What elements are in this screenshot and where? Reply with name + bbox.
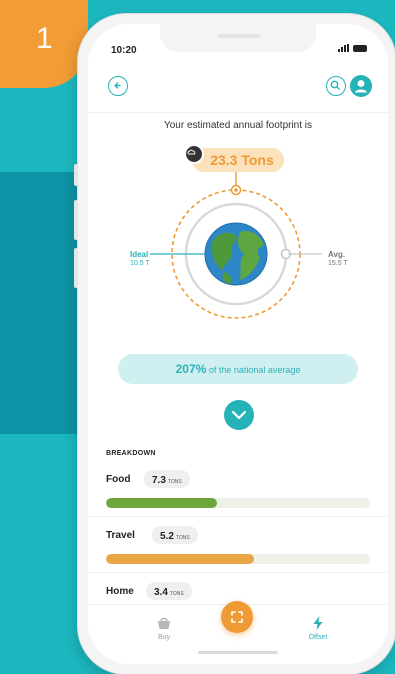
tab-bar: Buy Offset: [88, 601, 388, 664]
scan-icon: [231, 611, 243, 623]
user-icon: [355, 80, 367, 93]
ideal-label-group: Ideal 10.5 T: [130, 250, 150, 268]
progress-fill: [106, 554, 254, 564]
category-amount-pill: 5.2 TONS: [152, 526, 198, 544]
category-name: Home: [106, 586, 134, 597]
category-amount-pill: 7.3 TONS: [144, 470, 190, 488]
volume-up-button: [74, 200, 78, 240]
step-number: 1: [36, 22, 53, 55]
footprint-value: 23.3 Tons: [210, 152, 274, 168]
status-indicators: [338, 44, 367, 52]
battery-icon: [353, 44, 367, 52]
tab-buy[interactable]: Buy: [144, 615, 184, 641]
basket-icon: [158, 617, 170, 629]
signal-icon: [338, 44, 349, 52]
back-button[interactable]: [108, 76, 128, 96]
national-average-pill: 207% of the national average: [118, 354, 358, 384]
tab-offset[interactable]: Offset: [298, 615, 338, 641]
progress-track: [106, 554, 370, 564]
category-unit: TONS: [175, 535, 190, 541]
category-value: 7.3: [152, 475, 166, 486]
footprint-value-pill: 23.3 Tons: [192, 148, 284, 172]
scan-button[interactable]: [221, 601, 253, 633]
expand-button[interactable]: [224, 400, 254, 430]
background-band: [0, 172, 82, 434]
phone-frame: 10:20 Your estimated annual footprint is: [74, 14, 395, 674]
search-button[interactable]: [326, 76, 346, 96]
search-icon: [330, 80, 340, 90]
category-value: 5.2: [160, 531, 174, 542]
notch: [160, 24, 316, 52]
row-divider: [88, 572, 388, 573]
header-divider: [88, 112, 388, 113]
chevron-down-icon: [231, 410, 247, 420]
mute-switch: [74, 164, 78, 186]
home-indicator: [198, 651, 278, 654]
category-value: 3.4: [154, 587, 168, 598]
globe-icon: [204, 222, 268, 286]
profile-button[interactable]: [350, 75, 372, 97]
category-name: Travel: [106, 530, 135, 541]
national-percent: 207%: [175, 362, 207, 376]
app-screen: 10:20 Your estimated annual footprint is: [88, 24, 388, 664]
ideal-label: Ideal: [130, 250, 149, 259]
category-unit: TONS: [169, 591, 184, 597]
category-name: Food: [106, 474, 131, 485]
national-text: of the national average: [208, 365, 301, 375]
step-badge: 1: [0, 0, 88, 88]
progress-fill: [106, 498, 217, 508]
status-time: 10:20: [111, 45, 137, 56]
volume-down-button: [74, 248, 78, 288]
ideal-value: 10.5 T: [130, 260, 150, 267]
avg-label-group: Avg. 15.5 T: [328, 250, 348, 268]
category-unit: TONS: [167, 479, 182, 485]
tab-buy-label: Buy: [157, 634, 171, 641]
category-amount-pill: 3.4 TONS: [146, 582, 192, 600]
footprint-headline: Your estimated annual footprint is: [163, 120, 313, 131]
breakdown-title: BREAKDOWN: [106, 450, 156, 457]
avg-label: Avg.: [328, 250, 346, 259]
progress-track: [106, 498, 370, 508]
tab-offset-label: Offset: [308, 634, 328, 641]
lightning-icon: [313, 616, 323, 630]
cloud-icon: [184, 144, 204, 164]
row-divider: [88, 516, 388, 517]
arrow-left-icon: [114, 82, 121, 89]
speaker-grille: [218, 34, 260, 38]
avg-value: 15.5 T: [328, 260, 348, 267]
